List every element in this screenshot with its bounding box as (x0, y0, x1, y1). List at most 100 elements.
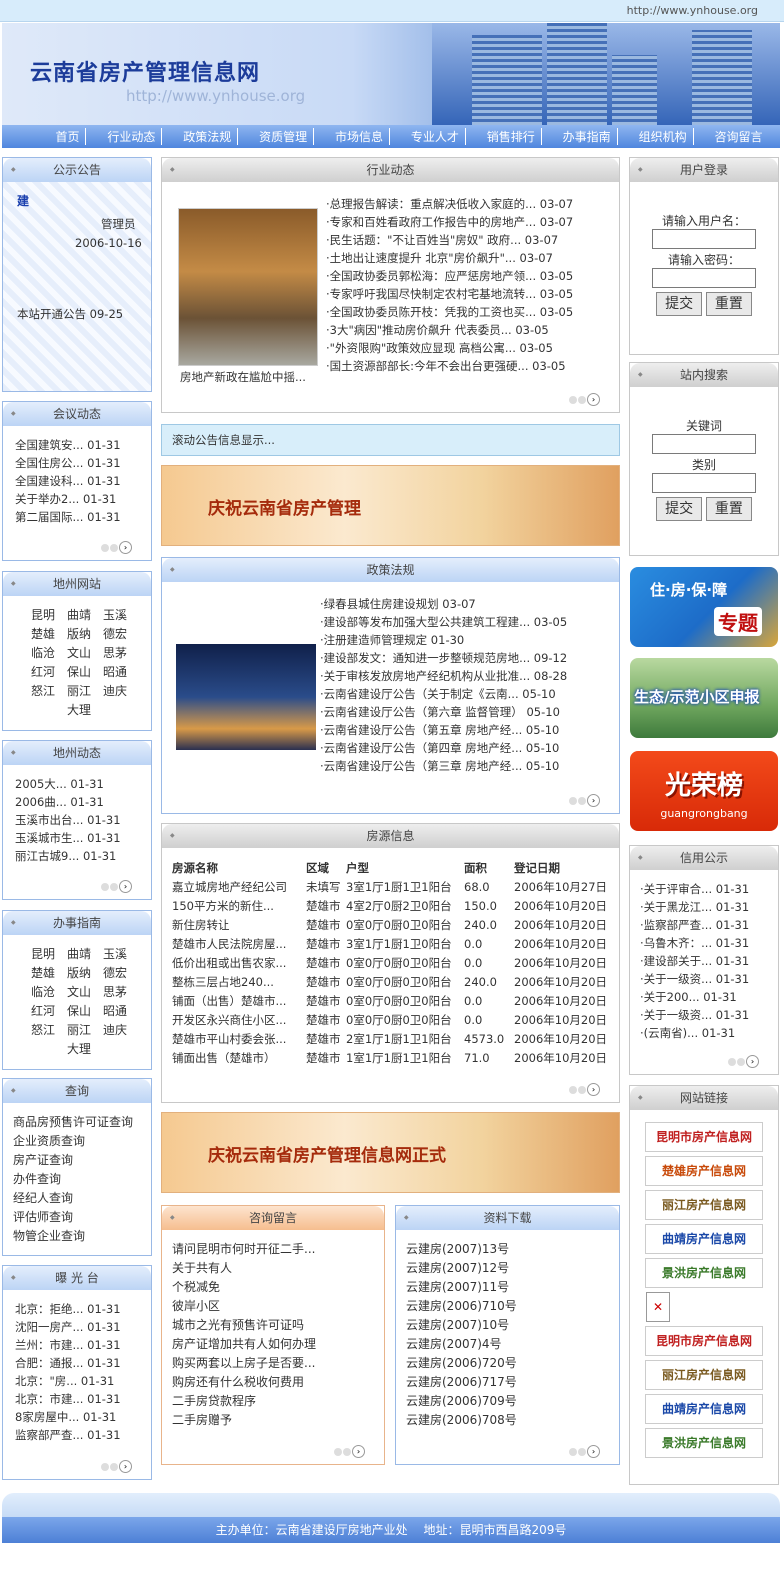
city-news-item[interactable]: 丽江古城9... 01-31 (15, 847, 151, 865)
site-link-logo[interactable]: 曲靖房产信息网 (645, 1224, 763, 1254)
guide-city-link[interactable]: 红河 (25, 1002, 61, 1020)
download-item[interactable]: 云建房(2006)709号 (406, 1392, 619, 1411)
broken-image-icon[interactable]: ✕ (646, 1292, 670, 1322)
industry-photo[interactable] (178, 208, 318, 366)
guide-city-link[interactable]: 思茅 (97, 983, 133, 1001)
query-link[interactable]: 房产证查询 (13, 1151, 151, 1170)
city-link[interactable]: 丽江 (61, 682, 97, 700)
policy-photo[interactable] (176, 644, 316, 750)
table-cell[interactable]: 铺面出售（楚雄市） (172, 1048, 306, 1067)
nav-item-9[interactable]: 咨询留言 (708, 128, 768, 145)
notice-heading[interactable]: 建 (17, 192, 29, 209)
more-button[interactable]: › (101, 1459, 139, 1473)
more-button[interactable]: › (569, 1082, 607, 1096)
industry-news-item[interactable]: ·"外资限购"政策效应显现 高档公寓... 03-05 (326, 339, 573, 357)
query-link[interactable]: 商品房预售许可证查询 (13, 1113, 151, 1132)
table-cell[interactable]: 整栋三层占地240... (172, 972, 306, 991)
table-cell[interactable]: 开发区永兴商住小区... (172, 1010, 306, 1029)
more-button[interactable]: › (569, 1444, 607, 1458)
site-link-logo[interactable]: 丽江房产信息网 (645, 1360, 763, 1390)
download-item[interactable]: 云建房(2006)710号 (406, 1297, 619, 1316)
guide-city-link[interactable]: 迪庆 (97, 1021, 133, 1039)
policy-item[interactable]: ·云南省建设厅公告（第四章 房地产经... 05-10 (320, 739, 567, 757)
download-item[interactable]: 云建房(2007)11号 (406, 1278, 619, 1297)
city-link[interactable]: 大理 (61, 701, 97, 719)
site-link-logo[interactable]: 景洪房产信息网 (645, 1428, 763, 1458)
policy-item[interactable]: ·云南省建设厅公告（第六章 监督管理） 05-10 (320, 703, 567, 721)
nav-item-6[interactable]: 销售排行 (481, 128, 542, 145)
consult-item[interactable]: 彼岸小区 (172, 1297, 384, 1316)
table-cell[interactable]: 楚雄市平山村委会张... (172, 1029, 306, 1048)
consult-item[interactable]: 个税减免 (172, 1278, 384, 1297)
category-input[interactable] (652, 473, 756, 493)
city-link[interactable]: 保山 (61, 663, 97, 681)
consult-item[interactable]: 购买两套以上房子是否要... (172, 1354, 384, 1373)
city-link[interactable]: 迪庆 (97, 682, 133, 700)
site-link-logo[interactable]: 景洪房产信息网 (645, 1258, 763, 1288)
policy-item[interactable]: ·建设部等发布加强大型公共建筑工程建... 03-05 (320, 613, 567, 631)
login-reset-button[interactable]: 重置 (705, 292, 752, 316)
nav-item-4[interactable]: 市场信息 (329, 128, 391, 145)
honor-roll-ad[interactable]: 光荣榜 guangrongbang (630, 751, 778, 831)
consult-item[interactable]: 关于共有人 (172, 1259, 384, 1278)
login-submit-button[interactable]: 提交 (656, 292, 703, 316)
site-link-logo[interactable]: 丽江房产信息网 (645, 1190, 763, 1220)
credit-item[interactable]: ·关于一级资... 01-31 (640, 970, 778, 988)
eco-community-ad[interactable]: 生态/示范小区申报 (630, 658, 778, 738)
site-url[interactable]: http://www.ynhouse.org (627, 4, 758, 17)
download-item[interactable]: 云建房(2007)13号 (406, 1240, 619, 1259)
more-button[interactable]: › (728, 1054, 766, 1068)
table-cell[interactable]: 楚雄市人民法院房屋... (172, 934, 306, 953)
guide-city-link[interactable]: 大理 (61, 1040, 97, 1058)
city-link[interactable]: 文山 (61, 644, 97, 662)
guide-city-link[interactable]: 文山 (61, 983, 97, 1001)
download-item[interactable]: 云建房(2007)12号 (406, 1259, 619, 1278)
consult-item[interactable]: 城市之光有预售许可证吗 (172, 1316, 384, 1335)
meeting-item[interactable]: 全国建筑安... 01-31 (15, 436, 151, 454)
guide-city-link[interactable]: 楚雄 (25, 964, 61, 982)
city-link[interactable]: 昭通 (97, 663, 133, 681)
credit-item[interactable]: ·关于200... 01-31 (640, 988, 778, 1006)
industry-news-item[interactable]: ·专家和百姓看政府工作报告中的房地产... 03-07 (326, 213, 573, 231)
query-link[interactable]: 企业资质查询 (13, 1132, 151, 1151)
credit-item[interactable]: ·关于黑龙江... 01-31 (640, 898, 778, 916)
city-link[interactable]: 红河 (25, 663, 61, 681)
policy-item[interactable]: ·关于审核发放房地产经纪机构从业批准... 08-28 (320, 667, 567, 685)
industry-news-item[interactable]: ·民生话题："不让百姓当"房奴" 政府... 03-07 (326, 231, 573, 249)
query-link[interactable]: 评估师查询 (13, 1208, 151, 1227)
city-link[interactable]: 德宏 (97, 625, 133, 643)
credit-item[interactable]: ·监察部严查... 01-31 (640, 916, 778, 934)
table-cell[interactable]: 低价出租或出售农家... (172, 953, 306, 972)
download-item[interactable]: 云建房(2007)10号 (406, 1316, 619, 1335)
password-input[interactable] (652, 268, 756, 288)
credit-item[interactable]: ·乌鲁木齐：... 01-31 (640, 934, 778, 952)
city-news-item[interactable]: 2006曲... 01-31 (15, 793, 151, 811)
policy-item[interactable]: ·绿春县城住房建设规划 03-07 (320, 595, 567, 613)
city-news-item[interactable]: 玉溪城市生... 01-31 (15, 829, 151, 847)
city-link[interactable]: 曲靖 (61, 606, 97, 624)
exposure-item[interactable]: 监察部严查... 01-31 (15, 1426, 151, 1444)
meeting-item[interactable]: 第二届国际... 01-31 (15, 508, 151, 526)
consult-item[interactable]: 请问昆明市何时开征二手... (172, 1240, 384, 1259)
city-news-item[interactable]: 玉溪市出台... 01-31 (15, 811, 151, 829)
more-button[interactable]: › (569, 793, 607, 807)
city-link[interactable]: 思茅 (97, 644, 133, 662)
city-link[interactable]: 昆明 (25, 606, 61, 624)
industry-caption[interactable]: 房地产新政在尴尬中摇... (180, 369, 306, 385)
guide-city-link[interactable]: 版纳 (61, 964, 97, 982)
consult-item[interactable]: 二手房贷款程序 (172, 1392, 384, 1411)
site-link-logo[interactable]: 昆明市房产信息网 (645, 1326, 763, 1356)
query-link[interactable]: 经纪人查询 (13, 1189, 151, 1208)
consult-item[interactable]: 房产证增加共有人如何办理 (172, 1335, 384, 1354)
guide-city-link[interactable]: 保山 (61, 1002, 97, 1020)
nav-item-7[interactable]: 办事指南 (557, 128, 618, 145)
download-item[interactable]: 云建房(2006)708号 (406, 1411, 619, 1430)
industry-news-item[interactable]: ·土地出让速度提升 北京"房价飙升"... 03-07 (326, 249, 573, 267)
industry-news-item[interactable]: ·总理报告解读：重点解决低收入家庭的... 03-07 (326, 195, 573, 213)
exposure-item[interactable]: 北京：市建... 01-31 (15, 1390, 151, 1408)
site-link-logo[interactable]: 昆明市房产信息网 (645, 1122, 763, 1152)
meeting-item[interactable]: 关于举办2... 01-31 (15, 490, 151, 508)
policy-item[interactable]: ·云南省建设厅公告（第三章 房地产经... 05-10 (320, 757, 567, 775)
city-news-item[interactable]: 2005大... 01-31 (15, 775, 151, 793)
consult-item[interactable]: 二手房赠予 (172, 1411, 384, 1430)
